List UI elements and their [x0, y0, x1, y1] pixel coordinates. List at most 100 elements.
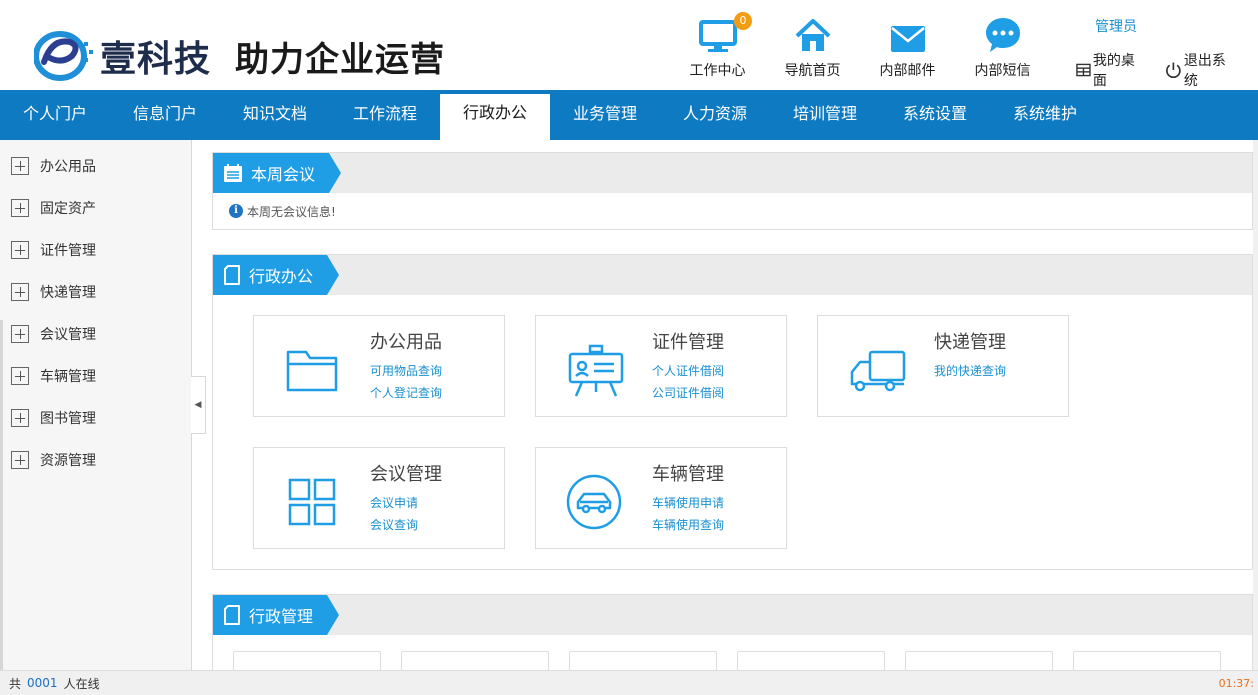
nav-item-admin-office[interactable]: 行政办公	[440, 94, 550, 144]
brand-slogan: 助力企业运营	[235, 39, 446, 80]
my-desktop-link[interactable]: 我的桌面	[1076, 50, 1145, 90]
header-tools: 0 工作中心 导航首页 内部邮件 内部短信	[670, 10, 1050, 80]
manage-card[interactable]	[1073, 651, 1221, 671]
card-title: 车辆管理	[652, 464, 724, 485]
panel-title-text: 行政管理	[249, 607, 314, 626]
sidebar-item-resources[interactable]: 资源管理	[0, 439, 191, 481]
panel-header: 本周会议	[213, 153, 1252, 193]
my-desktop-label: 我的桌面	[1092, 53, 1135, 89]
panel-title-text: 本周会议	[251, 165, 316, 184]
card-link[interactable]: 我的快递查询	[934, 362, 1006, 379]
panel-title: 行政办公	[213, 255, 340, 295]
weekly-meeting-panel: 本周会议 i 本周无会议信息!	[212, 152, 1253, 230]
sidebar-item-vehicles[interactable]: 车辆管理	[0, 355, 191, 397]
nav-item-business[interactable]: 业务管理	[550, 90, 660, 140]
sidebar-item-certificates[interactable]: 证件管理	[0, 229, 191, 271]
expand-plus-icon[interactable]	[11, 157, 29, 175]
nav-item-workflow[interactable]: 工作流程	[330, 90, 440, 140]
tool-message[interactable]: 内部短信	[955, 10, 1050, 80]
main-nav: 个人门户 信息门户 知识文档 工作流程 行政办公 业务管理 人力资源 培训管理 …	[0, 90, 1258, 144]
nav-item-training[interactable]: 培训管理	[770, 90, 880, 140]
sidebar: 办公用品 固定资产 证件管理 快递管理 会议管理 车辆管理 图书管理 资源管理	[0, 140, 192, 670]
sidebar-item-office-supplies[interactable]: 办公用品	[0, 145, 191, 187]
grid-icon	[288, 478, 336, 526]
nav-item-info-portal[interactable]: 信息门户	[110, 90, 220, 140]
nav-item-personal-portal[interactable]: 个人门户	[0, 90, 110, 140]
expand-plus-icon[interactable]	[11, 283, 29, 301]
sidebar-item-meetings[interactable]: 会议管理	[0, 313, 191, 355]
nav-item-knowledge-docs[interactable]: 知识文档	[220, 90, 330, 140]
manage-card[interactable]	[233, 651, 381, 671]
content-scrollbar[interactable]	[1253, 140, 1258, 670]
panel-title: 行政管理	[213, 595, 340, 635]
tool-label: 内部短信	[974, 63, 1031, 79]
nav-item-system-settings[interactable]: 系统设置	[880, 90, 990, 140]
header: 壹科技 助力企业运营 0 工作中心 导航首页 内部邮件 内部短信 管理员 我的桌…	[0, 0, 1258, 90]
panel-title-text: 行政办公	[249, 267, 314, 286]
card-express: 快递管理 我的快递查询	[817, 315, 1069, 417]
sidebar-item-fixed-assets[interactable]: 固定资产	[0, 187, 191, 229]
mail-icon	[890, 26, 925, 52]
card-link[interactable]: 个人登记查询	[370, 384, 442, 401]
panel-title: 本周会议	[213, 153, 342, 193]
page: 壹科技 助力企业运营 0 工作中心 导航首页 内部邮件 内部短信 管理员 我的桌…	[0, 0, 1258, 695]
card-link[interactable]: 车辆使用申请	[652, 494, 724, 511]
tool-home[interactable]: 导航首页	[765, 10, 860, 80]
sidebar-edge	[0, 320, 3, 670]
manage-card[interactable]	[737, 651, 885, 671]
caret-left-icon: ◀	[194, 400, 202, 410]
panel-header: 行政管理	[213, 595, 1252, 635]
card-link[interactable]: 车辆使用查询	[652, 516, 724, 533]
power-icon	[1166, 62, 1181, 79]
manage-card[interactable]	[569, 651, 717, 671]
expand-plus-icon[interactable]	[11, 241, 29, 259]
desktop-grid-icon	[1076, 63, 1091, 77]
brand-name: 壹科技	[100, 38, 212, 80]
tool-work-center[interactable]: 0 工作中心	[670, 10, 765, 80]
sidebar-item-label: 图书管理	[40, 411, 96, 427]
sidebar-item-express[interactable]: 快递管理	[0, 271, 191, 313]
card-title: 证件管理	[652, 332, 724, 353]
truck-icon	[850, 350, 906, 392]
card-link[interactable]: 可用物品查询	[370, 362, 442, 379]
card-office-supplies: 办公用品 可用物品查询 个人登记查询	[253, 315, 505, 417]
tool-label: 工作中心	[689, 63, 746, 79]
sidebar-item-label: 固定资产	[40, 201, 96, 217]
card-link[interactable]: 个人证件借阅	[652, 362, 724, 379]
nav-item-system-maintenance[interactable]: 系统维护	[990, 90, 1100, 140]
tool-label: 导航首页	[784, 63, 841, 79]
sidebar-collapse-toggle[interactable]: ◀	[191, 376, 206, 434]
nav-item-hr[interactable]: 人力资源	[660, 90, 770, 140]
sidebar-item-label: 证件管理	[40, 243, 96, 259]
document-icon	[224, 265, 240, 285]
card-link[interactable]: 公司证件借阅	[652, 384, 724, 401]
card-link[interactable]: 会议申请	[370, 494, 418, 511]
user-area: 管理员 我的桌面 退出系统	[1076, 16, 1256, 90]
expand-plus-icon[interactable]	[11, 451, 29, 469]
expand-plus-icon[interactable]	[11, 325, 29, 343]
user-name[interactable]: 管理员	[1095, 16, 1256, 36]
sidebar-item-label: 车辆管理	[40, 369, 96, 385]
online-suffix: 人在线	[63, 676, 100, 691]
manage-card[interactable]	[401, 651, 549, 671]
online-count[interactable]: 0001	[27, 676, 58, 690]
card-title: 快递管理	[934, 332, 1006, 353]
expand-plus-icon[interactable]	[11, 367, 29, 385]
card-title: 会议管理	[370, 464, 442, 485]
expand-plus-icon[interactable]	[11, 199, 29, 217]
tool-mail[interactable]: 内部邮件	[860, 10, 955, 80]
card-vehicles: 车辆管理 车辆使用申请 车辆使用查询	[535, 447, 787, 549]
logout-label: 退出系统	[1183, 53, 1226, 89]
folder-icon	[286, 350, 338, 392]
empty-meeting-text: 本周无会议信息!	[247, 204, 336, 219]
expand-plus-icon[interactable]	[11, 409, 29, 427]
card-link[interactable]: 会议查询	[370, 516, 418, 533]
manage-card[interactable]	[905, 651, 1053, 671]
tool-label: 内部邮件	[879, 63, 936, 79]
logout-link[interactable]: 退出系统	[1165, 50, 1236, 90]
card-certificates: 证件管理 个人证件借阅 公司证件借阅	[535, 315, 787, 417]
sidebar-item-label: 资源管理	[40, 453, 96, 469]
status-bar: 共 0001 人在线 01:37:	[0, 670, 1258, 695]
online-prefix: 共	[9, 676, 22, 691]
sidebar-item-books[interactable]: 图书管理	[0, 397, 191, 439]
